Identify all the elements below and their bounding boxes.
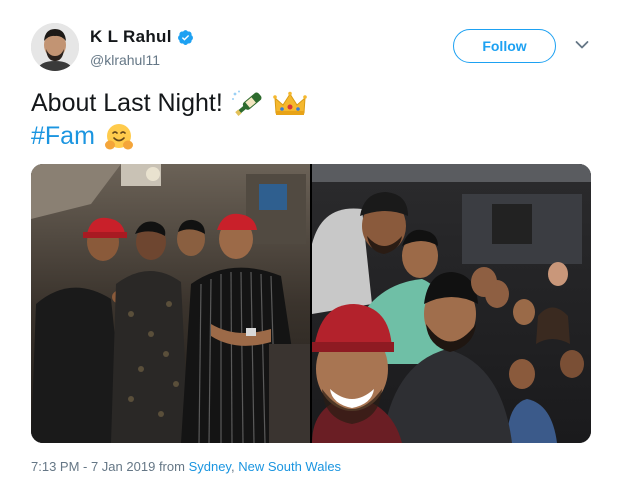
champagne-bottle-emoji (231, 90, 262, 116)
tweet-line-1: About Last Night! (31, 87, 307, 120)
location-city-link[interactable]: Sydney (189, 459, 231, 474)
tweet-text: About Last Night! #Fam (31, 87, 307, 153)
group-photo-left[interactable] (31, 164, 310, 443)
chevron-down-icon[interactable] (575, 40, 589, 50)
tweet-caption: About Last Night! (31, 89, 223, 117)
tweet-timestamp: 7:13 PM - 7 Jan 2019 from Sydney, New So… (31, 459, 341, 474)
location-region-link[interactable]: New South Wales (238, 459, 341, 474)
group-photo-left-image (31, 164, 310, 443)
avatar[interactable] (31, 23, 79, 71)
author-handle[interactable]: @klrahul11 (90, 52, 160, 68)
author-name-row: K L Rahul (90, 27, 194, 47)
tweet-time-date[interactable]: 7:13 PM - 7 Jan 2019 (31, 459, 155, 474)
tweet-line-2: #Fam (31, 120, 307, 153)
from-label: from (158, 459, 185, 474)
group-selfie-right-image (312, 164, 591, 443)
verified-badge-icon (177, 29, 193, 45)
hashtag-link[interactable]: #Fam (31, 120, 95, 153)
tweet-media[interactable] (31, 164, 591, 443)
follow-button[interactable]: Follow (453, 29, 556, 63)
location-separator: , (230, 459, 235, 474)
group-selfie-right[interactable] (312, 164, 591, 443)
avatar-image (31, 23, 79, 71)
author-name[interactable]: K L Rahul (90, 27, 172, 47)
crown-emoji (272, 91, 307, 115)
hugging-face-emoji (104, 123, 133, 149)
